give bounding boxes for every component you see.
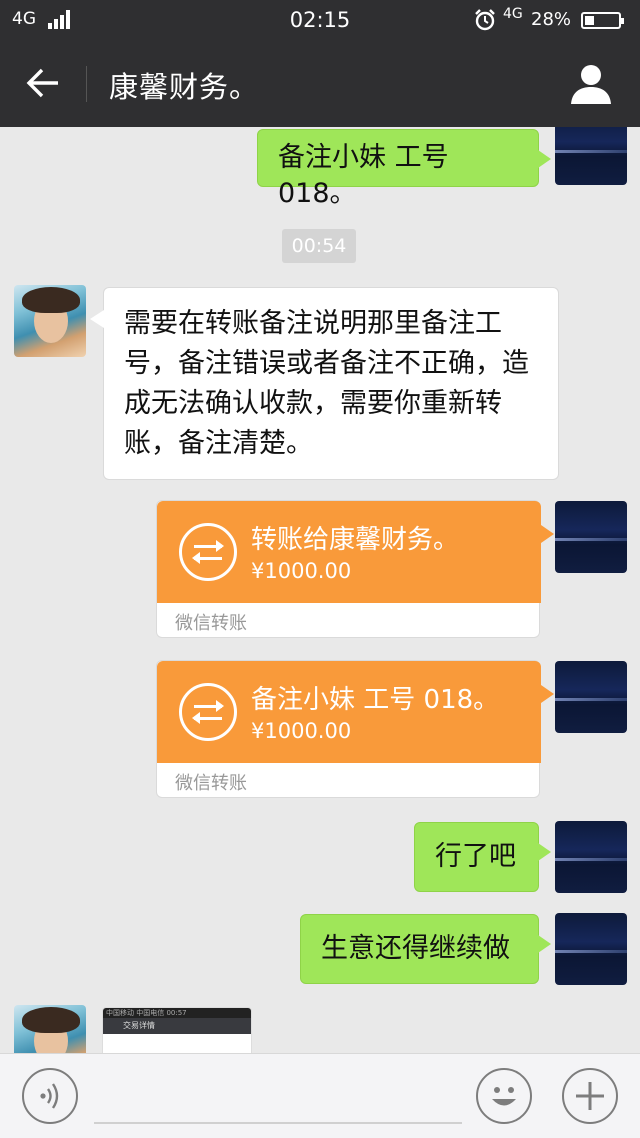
- my-avatar[interactable]: [555, 913, 627, 985]
- alarm-icon: [475, 9, 495, 31]
- contact-avatar[interactable]: [14, 285, 86, 357]
- image-message[interactable]: 中国移动 中国电信 00:57 交易详情: [102, 1007, 252, 1053]
- network-label-right: 4G: [503, 6, 523, 22]
- voice-icon[interactable]: [22, 1068, 78, 1124]
- message-bubble-sent[interactable]: 行了吧: [414, 822, 551, 892]
- plus-glyph: [576, 1082, 604, 1110]
- status-bar: 4G 02:15 4G 28%: [0, 0, 640, 40]
- my-avatar[interactable]: [555, 661, 627, 733]
- plus-icon[interactable]: [562, 1068, 618, 1124]
- message-bubble-sent[interactable]: 备注小妹 工号 018。: [257, 129, 551, 209]
- back-arrow-icon[interactable]: [18, 63, 64, 103]
- header-divider: [86, 66, 87, 102]
- person-icon[interactable]: [568, 60, 614, 106]
- emoji-glyph: [492, 1087, 516, 1106]
- my-avatar[interactable]: [555, 501, 627, 573]
- transfer-footer: 微信转账: [175, 773, 247, 794]
- transfer-icon: [179, 523, 237, 581]
- contact-avatar[interactable]: [14, 1005, 86, 1053]
- transfer-card[interactable]: 备注小妹 工号 018。 ¥1000.00 微信转账: [156, 660, 554, 798]
- my-avatar[interactable]: [555, 127, 627, 185]
- text-input[interactable]: [94, 1122, 462, 1124]
- emoji-icon[interactable]: [476, 1068, 532, 1124]
- message-list[interactable]: 备注小妹 工号 018。 00:54 需要在转账备注说明那里备注工号，备注错误或…: [0, 127, 640, 1053]
- transfer-amount: ¥1000.00: [251, 719, 352, 743]
- transfer-title: 备注小妹 工号 018。: [251, 685, 500, 715]
- thumb-title-bar: 交易详情: [103, 1018, 251, 1034]
- transfer-card[interactable]: 转账给康馨财务。 ¥1000.00 微信转账: [156, 500, 554, 638]
- my-avatar[interactable]: [555, 821, 627, 893]
- transfer-icon: [179, 683, 237, 741]
- transfer-card-body: 转账给康馨财务。 ¥1000.00: [157, 501, 554, 603]
- time-divider: 00:54: [282, 229, 356, 263]
- transfer-footer: 微信转账: [175, 613, 247, 634]
- input-bar: [0, 1053, 640, 1138]
- transfer-card-body: 备注小妹 工号 018。 ¥1000.00: [157, 661, 554, 763]
- transfer-amount: ¥1000.00: [251, 559, 352, 583]
- chat-header: 康馨财务。: [0, 40, 640, 127]
- thumb-status-bar: 中国移动 中国电信 00:57: [103, 1008, 251, 1018]
- message-bubble-received[interactable]: 需要在转账备注说明那里备注工号，备注错误或者备注不正确，造成无法确认收款，需要你…: [90, 287, 559, 480]
- voice-glyph: [40, 1083, 59, 1109]
- chat-title: 康馨财务。: [109, 70, 260, 104]
- battery-percent: 28%: [531, 9, 572, 30]
- message-bubble-sent[interactable]: 生意还得继续做: [300, 914, 551, 984]
- battery-icon: [581, 12, 624, 29]
- transfer-title: 转账给康馨财务。: [251, 525, 460, 555]
